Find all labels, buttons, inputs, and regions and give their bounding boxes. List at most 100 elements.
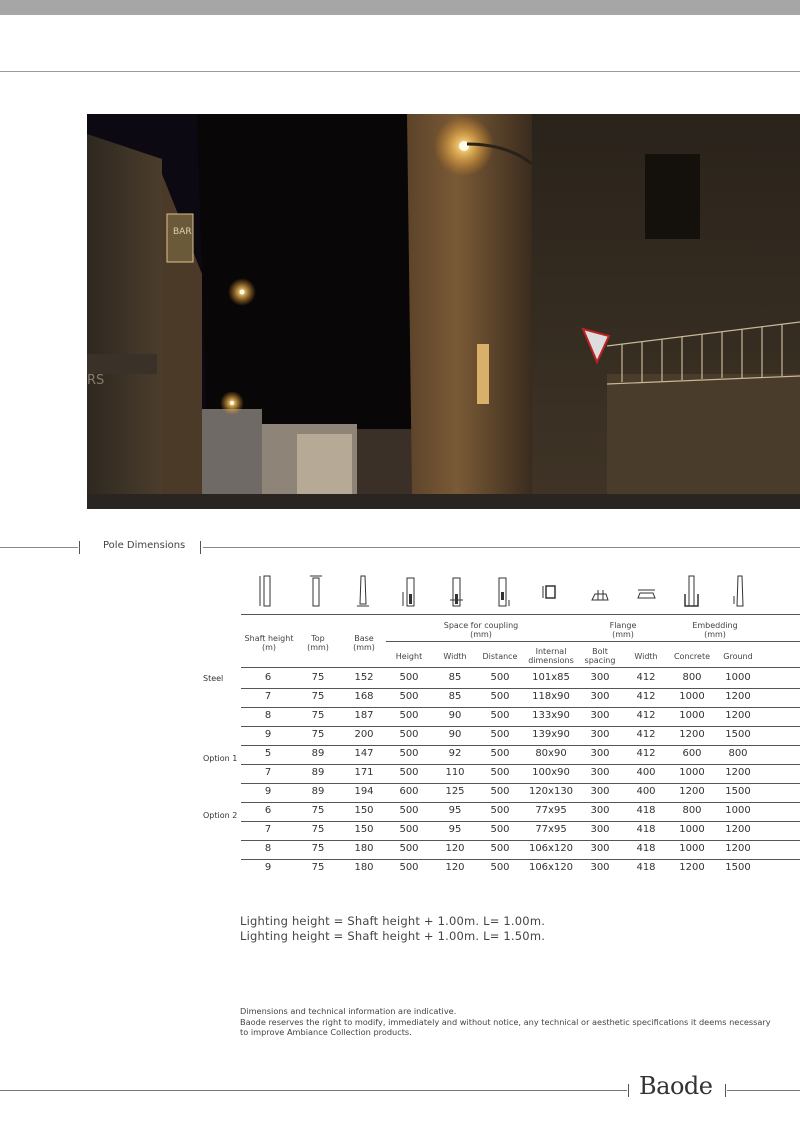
cell-internal-dimensions: 106x120 <box>528 862 574 873</box>
cell-flange-width: 418 <box>636 843 656 854</box>
cell-internal-dimensions: 106x120 <box>528 843 574 854</box>
header-concrete: Concrete <box>673 652 711 661</box>
cell-coupling-distance: 500 <box>490 672 510 683</box>
table-row-divider <box>241 783 800 784</box>
cell-top: 75 <box>311 843 325 854</box>
disclaimer: Dimensions and technical information are… <box>240 1006 780 1038</box>
cell-internal-dimensions: 101x85 <box>532 672 570 683</box>
cell-embedding-concrete: 1000 <box>679 824 705 835</box>
cell-embedding-concrete: 1200 <box>679 786 705 797</box>
cell-top: 75 <box>311 862 325 873</box>
cell-top: 75 <box>311 710 325 721</box>
header-shaft-height: Shaft height (m) <box>244 634 294 652</box>
cell-coupling-width: 120 <box>445 843 465 854</box>
cell-embedding-concrete: 800 <box>682 805 702 816</box>
cell-embedding-ground: 1200 <box>725 824 751 835</box>
cell-base: 152 <box>354 672 374 683</box>
cell-coupling-width: 92 <box>448 748 462 759</box>
cell-embedding-concrete: 1000 <box>679 710 705 721</box>
cell-embedding-ground: 800 <box>728 748 748 759</box>
cell-coupling-height: 500 <box>399 729 419 740</box>
cell-coupling-width: 85 <box>448 691 462 702</box>
cell-coupling-distance: 500 <box>490 710 510 721</box>
cell-shaft-height: 7 <box>264 767 272 778</box>
bolt-spacing-icon <box>591 590 609 601</box>
cell-flange-width: 400 <box>636 786 656 797</box>
wall-text: RS <box>87 373 104 388</box>
cell-coupling-width: 95 <box>448 805 462 816</box>
cell-coupling-height: 500 <box>399 862 419 873</box>
cell-coupling-width: 90 <box>448 710 462 721</box>
header-space-coupling: Space for coupling (mm) <box>443 621 519 639</box>
cell-bolt-spacing: 300 <box>590 805 610 816</box>
cell-coupling-width: 95 <box>448 824 462 835</box>
ground-embedding-icon <box>733 575 744 607</box>
cell-coupling-height: 500 <box>399 805 419 816</box>
cell-flange-width: 418 <box>636 862 656 873</box>
table-row-divider <box>241 745 800 746</box>
header-ground: Ground <box>723 652 753 661</box>
cell-embedding-ground: 1200 <box>725 767 751 778</box>
cell-top: 75 <box>311 729 325 740</box>
cell-embedding-ground: 1200 <box>725 691 751 702</box>
cell-bolt-spacing: 300 <box>590 748 610 759</box>
group-label-option-2: Option 2 <box>203 811 238 820</box>
cell-flange-width: 412 <box>636 672 656 683</box>
cell-coupling-distance: 500 <box>490 786 510 797</box>
cell-shaft-height: 5 <box>264 748 272 759</box>
cell-bolt-spacing: 300 <box>590 824 610 835</box>
cell-top: 75 <box>311 672 325 683</box>
cell-internal-dimensions: 139x90 <box>532 729 570 740</box>
cell-bolt-spacing: 300 <box>590 862 610 873</box>
header-width: Width <box>443 652 467 661</box>
cell-bolt-spacing: 300 <box>590 843 610 854</box>
footer-divider-left <box>0 1090 627 1091</box>
cell-shaft-height: 6 <box>264 672 272 683</box>
cell-top: 75 <box>311 691 325 702</box>
cell-coupling-distance: 500 <box>490 767 510 778</box>
internal-dimensions-icon <box>542 585 556 599</box>
icon-row-divider <box>241 614 800 615</box>
cell-coupling-distance: 500 <box>490 843 510 854</box>
cell-internal-dimensions: 100x90 <box>532 767 570 778</box>
cell-top: 89 <box>311 786 325 797</box>
cell-flange-width: 412 <box>636 748 656 759</box>
disclaimer-line-2: Baode reserves the right to modify, imme… <box>240 1016 771 1038</box>
cell-internal-dimensions: 77x95 <box>535 805 567 816</box>
cell-embedding-concrete: 600 <box>682 748 702 759</box>
cell-coupling-distance: 500 <box>490 862 510 873</box>
cell-bolt-spacing: 300 <box>590 691 610 702</box>
cell-bolt-spacing: 300 <box>590 710 610 721</box>
cell-coupling-width: 90 <box>448 729 462 740</box>
cell-base: 194 <box>354 786 374 797</box>
cell-coupling-height: 500 <box>399 672 419 683</box>
footer-divider-right <box>727 1090 800 1091</box>
cell-embedding-ground: 1000 <box>725 672 751 683</box>
header-height: Height <box>395 652 423 661</box>
cell-coupling-height: 500 <box>399 748 419 759</box>
header-flange-width: Width <box>634 652 658 661</box>
cell-coupling-height: 500 <box>399 843 419 854</box>
cell-base: 147 <box>354 748 374 759</box>
section-divider-left <box>0 547 78 548</box>
section-title: Pole Dimensions <box>103 540 186 551</box>
section-tick-right <box>200 541 201 554</box>
header-internal-dimensions: Internal dimensions <box>528 647 574 665</box>
section-tick-left <box>79 541 80 554</box>
cell-internal-dimensions: 80x90 <box>535 748 567 759</box>
cell-internal-dimensions: 77x95 <box>535 824 567 835</box>
cell-base: 171 <box>354 767 374 778</box>
cell-base: 150 <box>354 824 374 835</box>
cell-embedding-ground: 1200 <box>725 843 751 854</box>
footer-tick-left <box>628 1084 629 1097</box>
cell-embedding-ground: 1200 <box>725 710 751 721</box>
cell-shaft-height: 9 <box>264 862 272 873</box>
coupling-width-icon <box>450 577 463 607</box>
cell-embedding-concrete: 1200 <box>679 729 705 740</box>
cell-flange-width: 412 <box>636 729 656 740</box>
cell-base: 150 <box>354 805 374 816</box>
cell-coupling-distance: 500 <box>490 805 510 816</box>
cell-flange-width: 412 <box>636 710 656 721</box>
cell-coupling-width: 85 <box>448 672 462 683</box>
cell-bolt-spacing: 300 <box>590 729 610 740</box>
